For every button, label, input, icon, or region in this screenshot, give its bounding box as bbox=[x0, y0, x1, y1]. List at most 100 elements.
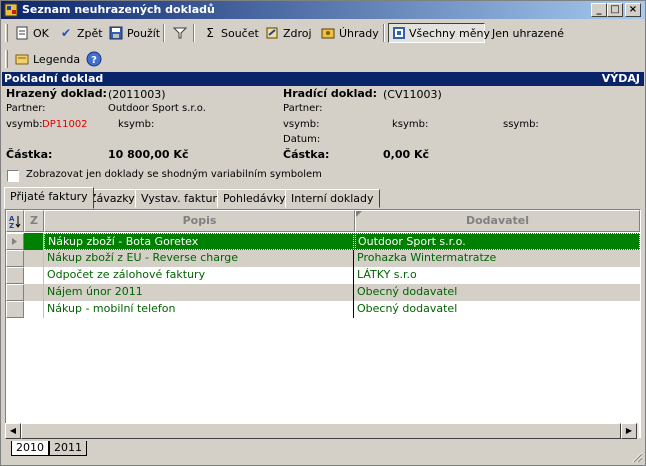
title-bar: Seznam neuhrazených dokladů _ □ × bbox=[1, 1, 645, 19]
sum-button[interactable]: Σ Součet bbox=[199, 23, 262, 43]
table-row[interactable]: Nájem únor 2011 Obecný dodavatel bbox=[6, 284, 640, 301]
use-label: Použít bbox=[127, 26, 161, 40]
row-dodavatel: LÁTKY s.r.o bbox=[357, 268, 417, 281]
row-z-cell bbox=[24, 250, 44, 267]
tab-interni-doklady[interactable]: Interní doklady bbox=[285, 189, 380, 208]
horizontal-scrollbar[interactable]: ◀ ▶ bbox=[5, 423, 639, 439]
toolbar-grip[interactable] bbox=[5, 50, 8, 68]
sum-label: Součet bbox=[221, 26, 259, 40]
toolbar-separator bbox=[383, 24, 385, 42]
document-direction: VÝDAJ bbox=[601, 72, 640, 85]
row-dodavatel: Outdoor Sport s.r.o. bbox=[355, 233, 640, 250]
document-type: Pokladní doklad bbox=[4, 72, 104, 85]
same-vsymb-label: Zobrazovat jen doklady se shodným variab… bbox=[26, 169, 322, 180]
amount-label: Částka: bbox=[6, 148, 53, 161]
document-header: Pokladní doklad VÝDAJ bbox=[2, 72, 644, 86]
scroll-thumb[interactable] bbox=[21, 423, 621, 439]
app-icon bbox=[4, 3, 18, 17]
secondary-toolbar: Legenda ? bbox=[3, 47, 643, 71]
table-row[interactable]: Nákup - mobilní telefon Obecný dodavatel bbox=[6, 301, 640, 318]
amount2-value: 0,00 Kč bbox=[383, 148, 430, 161]
resize-grip[interactable] bbox=[631, 451, 643, 463]
document-icon bbox=[14, 25, 30, 41]
column-header-dodavatel[interactable]: Dodavatel bbox=[355, 210, 640, 232]
ssymb-label: ssymb: bbox=[503, 119, 539, 130]
sigma-icon: Σ bbox=[206, 26, 214, 40]
back-button[interactable]: ✔ Zpět bbox=[55, 23, 106, 43]
column-header-popis[interactable]: Popis bbox=[44, 210, 355, 232]
row-z-cell bbox=[24, 301, 44, 318]
row-z-cell bbox=[24, 284, 44, 301]
only-paid-label: Jen uhrazené bbox=[492, 26, 564, 40]
date-label: Datum: bbox=[283, 134, 321, 145]
scroll-left-button[interactable]: ◀ bbox=[5, 423, 21, 439]
paid-doc-label: Hrazený doklad: bbox=[6, 87, 107, 100]
paid-doc-value: (2011003) bbox=[108, 88, 166, 101]
close-button[interactable]: × bbox=[625, 3, 641, 17]
payments-label: Úhrady bbox=[339, 26, 379, 40]
help-button[interactable]: ? bbox=[83, 49, 108, 69]
currencies-icon bbox=[392, 25, 406, 41]
row-popis: Nákup - mobilní telefon bbox=[44, 301, 354, 318]
tab-pohledavky[interactable]: Pohledávky bbox=[217, 189, 292, 208]
use-button[interactable]: Použít bbox=[105, 23, 163, 43]
help-icon: ? bbox=[86, 51, 102, 67]
only-paid-toggle[interactable]: Jen uhrazené bbox=[489, 23, 567, 43]
column-header-z[interactable]: Z bbox=[24, 210, 44, 232]
amount2-label: Částka: bbox=[283, 148, 330, 161]
legend-label: Legenda bbox=[33, 52, 81, 66]
table-row[interactable]: Nákup zboží - Bota Goretex Outdoor Sport… bbox=[6, 233, 640, 250]
documents-grid: AZ Z Popis Dodavatel Nákup zboží - Bota … bbox=[5, 209, 641, 438]
save-icon bbox=[108, 25, 124, 41]
amount-value: 10 800,00 Kč bbox=[108, 148, 189, 161]
all-currencies-label: Všechny měny bbox=[409, 26, 490, 40]
column-header-dodavatel-label: Dodavatel bbox=[465, 214, 530, 227]
paying-doc-value: (CV11003) bbox=[383, 88, 442, 101]
paying-doc-label: Hradící doklad: bbox=[283, 87, 378, 100]
same-vsymb-filter[interactable]: Zobrazovat jen doklady se shodným variab… bbox=[4, 167, 644, 185]
minimize-button[interactable]: _ bbox=[591, 3, 607, 17]
toolbar-grip[interactable] bbox=[5, 24, 8, 42]
vsymb-value: DP11002 bbox=[42, 119, 88, 130]
all-currencies-toggle[interactable]: Všechny měny bbox=[388, 23, 490, 43]
ok-button[interactable]: OK bbox=[11, 23, 52, 43]
row-indicator[interactable] bbox=[6, 250, 24, 267]
row-indicator[interactable] bbox=[6, 233, 24, 250]
sort-button[interactable]: AZ bbox=[6, 210, 24, 232]
table-row[interactable]: Odpočet ze zálohové faktury LÁTKY s.r.o bbox=[6, 267, 640, 284]
window-title: Seznam neuhrazených dokladů bbox=[22, 3, 215, 16]
source-button[interactable]: Zdroj bbox=[261, 23, 315, 43]
row-indicator[interactable] bbox=[6, 267, 24, 284]
partner-value: Outdoor Sport s.r.o. bbox=[108, 103, 206, 114]
toolbar-separator bbox=[193, 24, 195, 42]
same-vsymb-checkbox[interactable] bbox=[7, 170, 19, 182]
row-indicator[interactable] bbox=[6, 284, 24, 301]
maximize-button[interactable]: □ bbox=[607, 3, 623, 17]
ksymb-label: ksymb: bbox=[118, 119, 155, 130]
payments-icon bbox=[320, 25, 336, 41]
payments-button[interactable]: Úhrady bbox=[317, 23, 382, 43]
filter-button[interactable] bbox=[169, 23, 194, 43]
row-z-cell bbox=[24, 233, 44, 250]
row-indicator[interactable] bbox=[6, 301, 24, 318]
row-popis: Nákup zboží z EU - Reverse charge bbox=[44, 250, 354, 267]
row-dodavatel: Obecný dodavatel bbox=[357, 302, 458, 315]
scroll-right-button[interactable]: ▶ bbox=[621, 423, 637, 439]
row-z-cell bbox=[24, 267, 44, 284]
legend-icon bbox=[14, 51, 30, 67]
document-info: Hrazený doklad: (2011003) Hradící doklad… bbox=[2, 86, 644, 164]
source-icon bbox=[264, 25, 280, 41]
year-tab-2011[interactable]: 2011 bbox=[49, 441, 87, 456]
ok-label: OK bbox=[33, 26, 49, 40]
tab-vystav-faktury[interactable]: Vystav. faktury bbox=[135, 189, 230, 208]
main-toolbar: OK ✔ Zpět Použít Σ Součet Zdroj Úhrady V… bbox=[3, 21, 643, 45]
row-popis: Odpočet ze zálohové faktury bbox=[44, 267, 354, 284]
source-label: Zdroj bbox=[283, 26, 312, 40]
vsymb2-label: vsymb: bbox=[283, 119, 320, 130]
year-tab-2010[interactable]: 2010 bbox=[11, 441, 49, 456]
table-row[interactable]: Nákup zboží z EU - Reverse charge Prohaz… bbox=[6, 250, 640, 267]
tab-prijate-faktury[interactable]: Přijaté faktury bbox=[4, 187, 94, 209]
legend-button[interactable]: Legenda bbox=[11, 49, 83, 69]
row-popis: Nájem únor 2011 bbox=[44, 284, 354, 301]
back-label: Zpět bbox=[77, 26, 103, 40]
